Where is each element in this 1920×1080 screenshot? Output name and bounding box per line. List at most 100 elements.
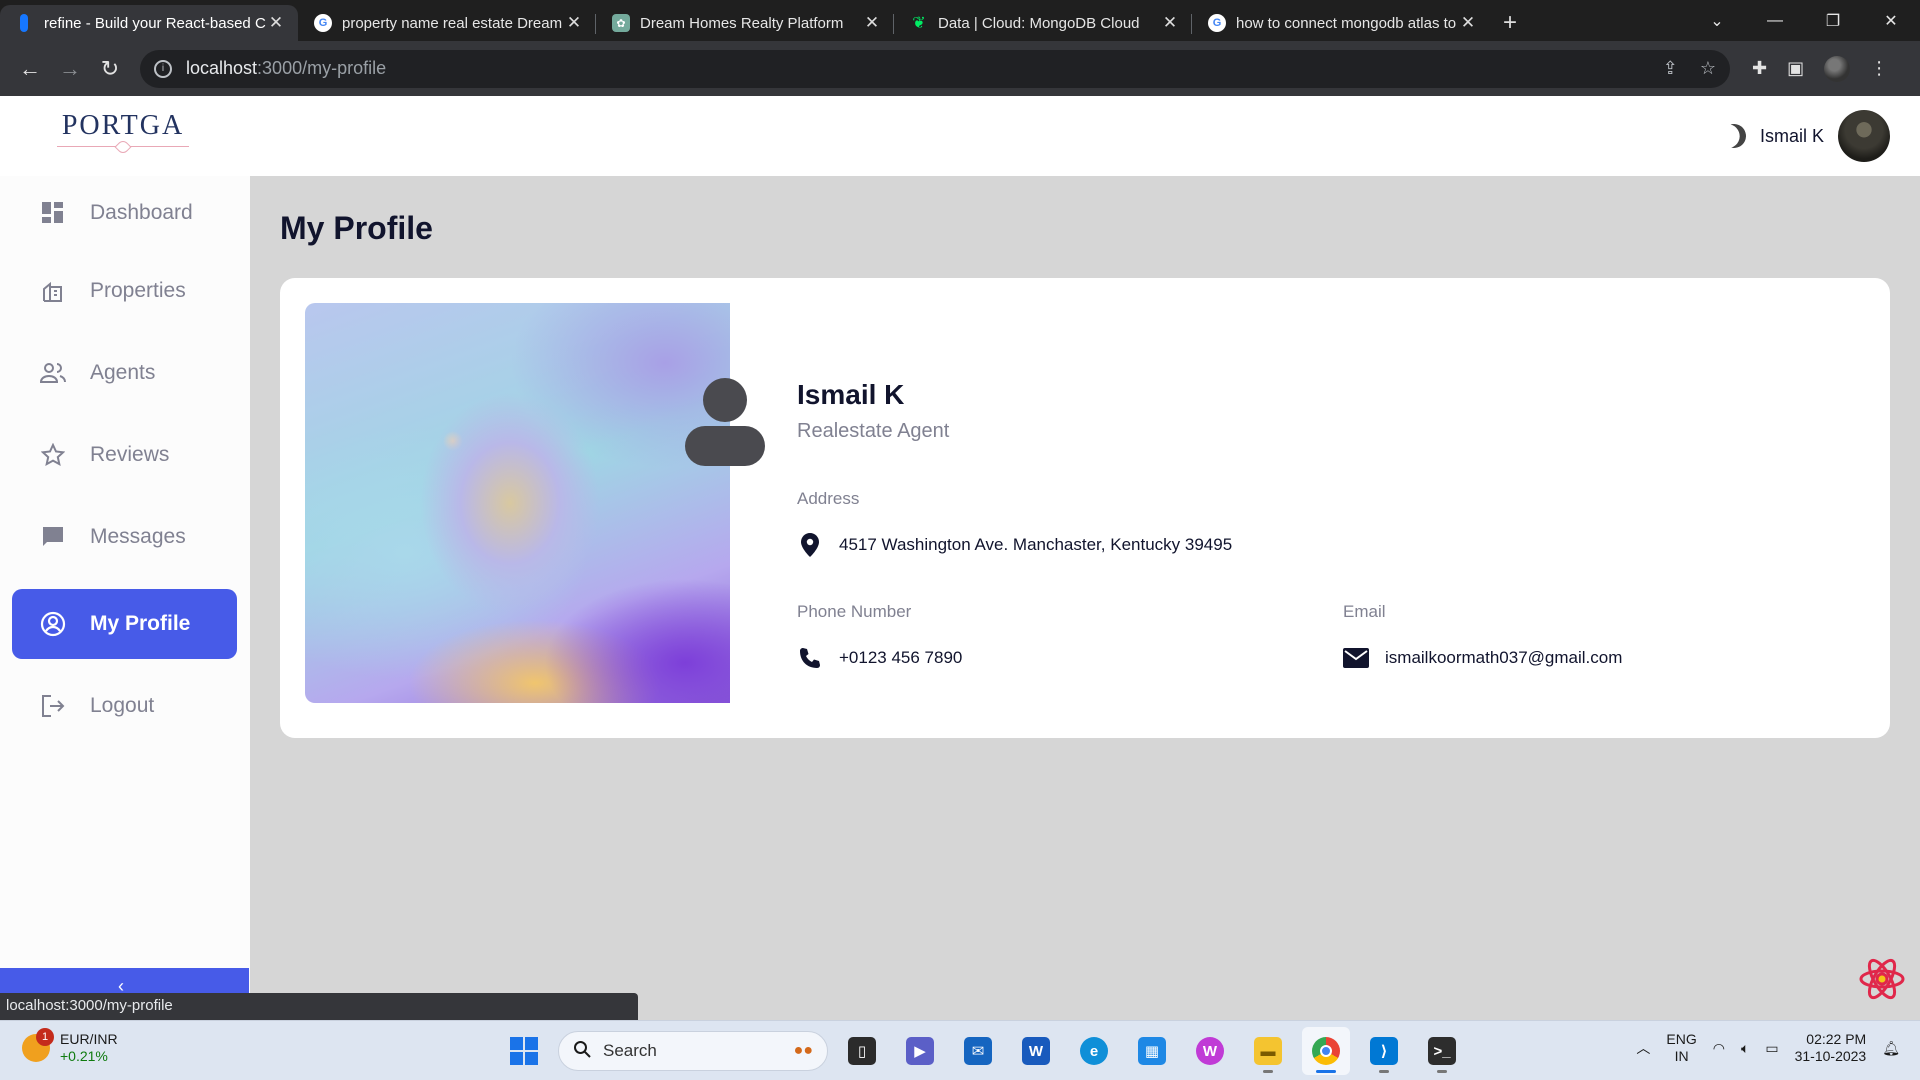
sidebar-item-messages[interactable]: Messages	[12, 502, 237, 572]
start-button[interactable]	[500, 1027, 548, 1075]
address-bar[interactable]: i localhost:3000/my-profile ⇪ ☆	[140, 49, 1730, 88]
share-icon[interactable]: ⇪	[1663, 58, 1678, 79]
edge-app[interactable]: e	[1070, 1027, 1118, 1075]
extensions-icon[interactable]: ✚	[1752, 58, 1767, 79]
forward-button[interactable]: →	[50, 49, 90, 89]
store-app[interactable]: ▦	[1128, 1027, 1176, 1075]
file-explorer-app[interactable]: ▬	[1244, 1027, 1292, 1075]
mail-app-icon: ✉	[964, 1037, 992, 1065]
avatar-head	[703, 378, 747, 422]
url-path: :3000/my-profile	[257, 58, 387, 78]
bookmark-star-icon[interactable]: ☆	[1700, 58, 1716, 79]
address-label: Address	[797, 489, 860, 508]
wps-app[interactable]: W	[1186, 1027, 1234, 1075]
vscode-icon: ⟩	[1370, 1037, 1398, 1065]
tab-title: Dream Homes Realty Platform	[640, 14, 844, 32]
minimize-button[interactable]: —	[1746, 0, 1804, 41]
notifications-bell-icon[interactable]: 🔔︎	[1882, 1040, 1900, 1057]
close-tab-icon[interactable]: ✕	[1160, 13, 1180, 33]
reload-button[interactable]: ↻	[90, 49, 130, 89]
window-controls: ⌄ — ❐ ✕	[1688, 0, 1920, 41]
openai-icon: ✿	[612, 14, 630, 32]
browser-menu-icon[interactable]: ⋮	[1870, 58, 1888, 79]
close-tab-icon[interactable]: ✕	[862, 13, 882, 33]
header-username: Ismail K	[1759, 125, 1824, 146]
edge-icon: e	[1080, 1037, 1108, 1065]
browser-tab-refine[interactable]: refine - Build your React-based CRUD ✕	[0, 5, 298, 41]
dark-mode-toggle-icon[interactable]	[1719, 121, 1750, 152]
wifi-icon[interactable]: ◠	[1713, 1040, 1725, 1057]
browser-tab-mongodb[interactable]: ❦ Data | Cloud: MongoDB Cloud ✕	[894, 5, 1192, 41]
running-indicator	[1437, 1070, 1447, 1073]
chrome-app[interactable]	[1302, 1027, 1350, 1075]
browser-tab-google-search-2[interactable]: G how to connect mongodb atlas to ✕	[1192, 5, 1490, 41]
user-avatar[interactable]	[1838, 110, 1890, 162]
agents-icon	[40, 360, 66, 386]
sidebar-item-properties[interactable]: Properties	[12, 256, 237, 326]
sidebar-item-my-profile[interactable]: My Profile	[12, 589, 237, 659]
close-tab-icon[interactable]: ✕	[266, 13, 286, 33]
sidebar-item-dashboard[interactable]: Dashboard	[12, 178, 237, 248]
terminal-icon: >_	[1428, 1037, 1456, 1065]
new-tab-button[interactable]: +	[1490, 5, 1530, 41]
mail-icon	[1343, 645, 1369, 671]
sidebar-item-label: Messages	[90, 525, 186, 548]
browser-tab-chatgpt[interactable]: ✿ Dream Homes Realty Platform ✕	[596, 5, 894, 41]
page-title: My Profile	[280, 210, 433, 246]
sidebar-item-reviews[interactable]: Reviews	[12, 420, 237, 490]
terminal-app[interactable]: >_	[1418, 1027, 1466, 1075]
site-info-icon[interactable]: i	[154, 59, 172, 78]
react-devtools-icon[interactable]	[1858, 955, 1906, 1003]
show-hidden-icons-chevron-icon[interactable]: ︿	[1636, 1038, 1650, 1058]
google-icon: G	[1208, 14, 1226, 32]
side-panel-icon[interactable]: ▣	[1787, 58, 1804, 79]
ticker-change: +0.21%	[60, 1048, 108, 1064]
sidebar-item-logout[interactable]: Logout	[12, 671, 237, 741]
battery-icon[interactable]: ▭	[1765, 1040, 1778, 1057]
profile-card: Ismail K Realestate Agent Address 4517 W…	[280, 278, 1890, 738]
tab-title: refine - Build your React-based CRUD	[44, 14, 266, 32]
properties-icon	[40, 278, 66, 304]
language-code: ENG	[1666, 1031, 1697, 1047]
taskbar-clock[interactable]: 02:22 PM 31-10-2023	[1795, 1031, 1867, 1065]
close-tab-icon[interactable]: ✕	[564, 13, 584, 33]
back-button[interactable]: ←	[10, 49, 50, 89]
sidebar-item-label: Dashboard	[90, 201, 193, 224]
sidebar-item-agents[interactable]: Agents	[12, 338, 237, 408]
mail-app[interactable]: ✉	[954, 1027, 1002, 1075]
language-indicator[interactable]: ENG IN	[1666, 1031, 1696, 1065]
volume-icon[interactable]: 🔈︎	[1741, 1040, 1749, 1057]
close-window-button[interactable]: ✕	[1862, 0, 1920, 41]
tab-search-icon[interactable]: ⌄	[1688, 0, 1746, 41]
link-status-bar: localhost:3000/my-profile	[0, 993, 638, 1020]
sidebar-item-label: Properties	[90, 279, 186, 302]
browser-profile-avatar[interactable]	[1824, 55, 1851, 82]
portga-logo[interactable]: PORTGA	[57, 110, 189, 154]
windows-taskbar: 1 EUR/INR +0.21% Search ●● ▯ ▶ ✉ W e ▦ W…	[0, 1020, 1920, 1080]
running-indicator	[1316, 1070, 1336, 1073]
sidebar-item-label: Agents	[90, 361, 156, 384]
profile-cover-image	[305, 303, 730, 703]
word-app[interactable]: W	[1012, 1027, 1060, 1075]
wps-icon: W	[1196, 1037, 1224, 1065]
taskbar-search-box[interactable]: Search ●●	[558, 1031, 828, 1071]
teams-chat-icon: ▶	[906, 1037, 934, 1065]
teams-app[interactable]: ▶	[896, 1027, 944, 1075]
restore-button[interactable]: ❐	[1804, 0, 1862, 41]
logo-ornament	[57, 146, 189, 147]
weather-widget[interactable]: 1 EUR/INR +0.21%	[22, 1028, 118, 1065]
system-tray: ︿ ENG IN ◠ 🔈︎ ▭ 02:22 PM 31-10-2023 🔔︎	[1636, 1031, 1900, 1065]
close-tab-icon[interactable]: ✕	[1458, 13, 1478, 33]
task-view-icon: ▯	[848, 1037, 876, 1065]
sidebar-item-label: My Profile	[90, 612, 191, 635]
task-view-button[interactable]: ▯	[838, 1027, 886, 1075]
avatar-body	[685, 426, 765, 466]
header-user-area: Ismail K	[1722, 110, 1890, 162]
browser-tab-google-search[interactable]: G property name real estate Dream Homes …	[298, 5, 596, 41]
mongodb-icon: ❦	[912, 15, 926, 32]
region-code: IN	[1674, 1048, 1689, 1064]
word-icon: W	[1022, 1037, 1050, 1065]
vscode-app[interactable]: ⟩	[1360, 1027, 1408, 1075]
tab-title: property name real estate Dream Homes	[342, 14, 564, 32]
refine-icon	[20, 14, 28, 32]
